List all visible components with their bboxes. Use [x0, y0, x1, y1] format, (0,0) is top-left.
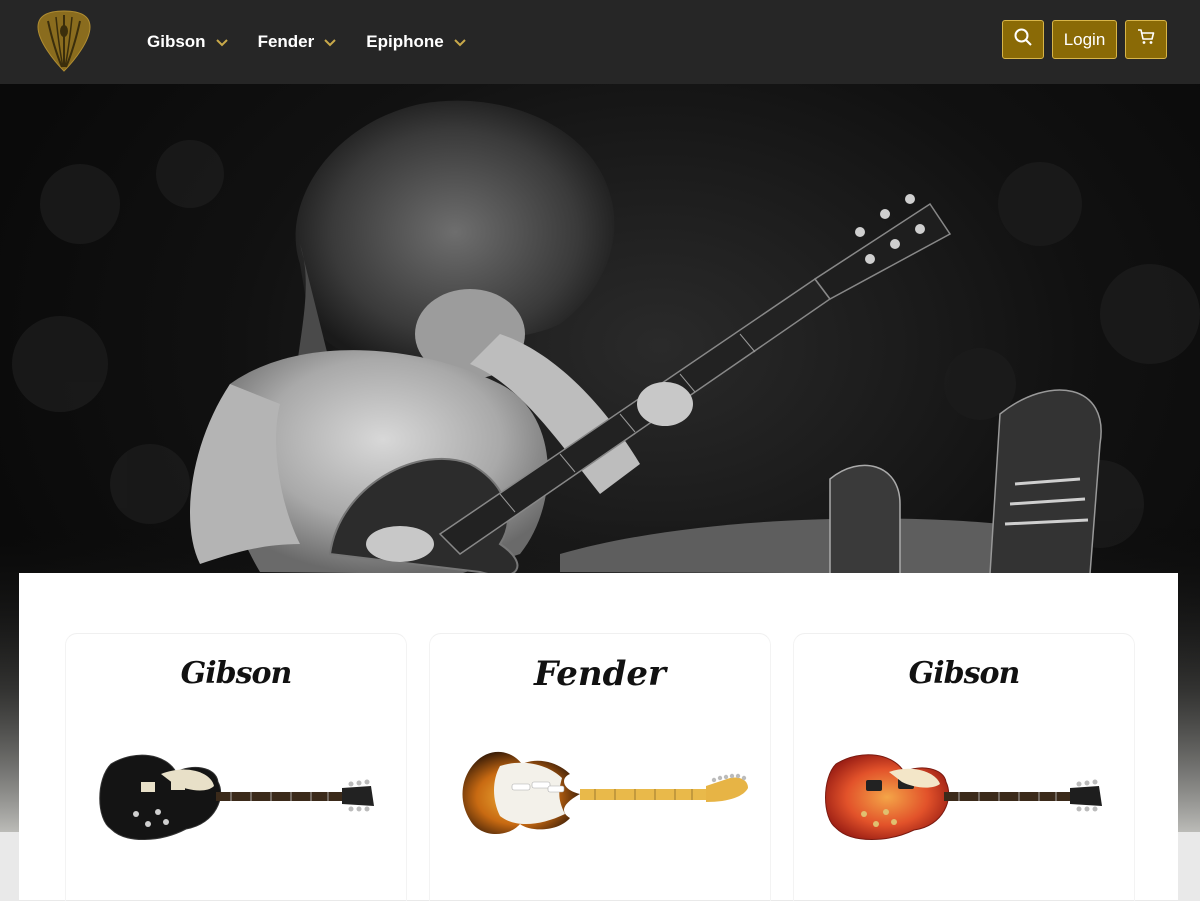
nav-item-label: Fender — [257, 32, 315, 51]
brand-logo-fender: Fender — [534, 654, 666, 694]
top-navbar: Gibson Fender Epiphone Login — [0, 0, 1200, 84]
nav-item-label: Gibson — [147, 32, 206, 51]
guitar-card-gibson-2[interactable]: Gibson — [793, 633, 1135, 901]
black-les-paul-guitar — [99, 754, 374, 840]
featured-guitars-panel: Gibson Fender Gibson — [19, 573, 1178, 901]
login-button[interactable]: Login — [1052, 20, 1117, 59]
chevron-down-icon — [452, 34, 468, 50]
brand-logo-gibson: Gibson — [180, 656, 293, 691]
guitar-card-gibson[interactable]: Gibson — [65, 633, 407, 901]
nav-item-fender[interactable]: Fender — [258, 32, 339, 52]
cherry-sunburst-les-paul-guitar — [825, 754, 1102, 840]
nav-item-gibson[interactable]: Gibson — [147, 32, 230, 52]
search-icon — [1013, 27, 1033, 52]
search-button[interactable] — [1002, 20, 1044, 59]
brand-logo-gibson: Gibson — [908, 656, 1021, 691]
cart-icon — [1137, 28, 1155, 51]
sunburst-stratocaster-guitar — [462, 751, 748, 835]
nav-item-label: Epiphone — [366, 32, 444, 51]
main-menu: Gibson Fender Epiphone — [147, 0, 496, 84]
chevron-down-icon — [322, 34, 338, 50]
chevron-down-icon — [214, 34, 230, 50]
login-label: Login — [1063, 29, 1106, 49]
nav-item-epiphone[interactable]: Epiphone — [366, 32, 467, 52]
cart-button[interactable] — [1125, 20, 1167, 59]
guitar-pick-logo-icon[interactable] — [36, 9, 92, 73]
guitar-card-fender[interactable]: Fender — [429, 633, 771, 901]
